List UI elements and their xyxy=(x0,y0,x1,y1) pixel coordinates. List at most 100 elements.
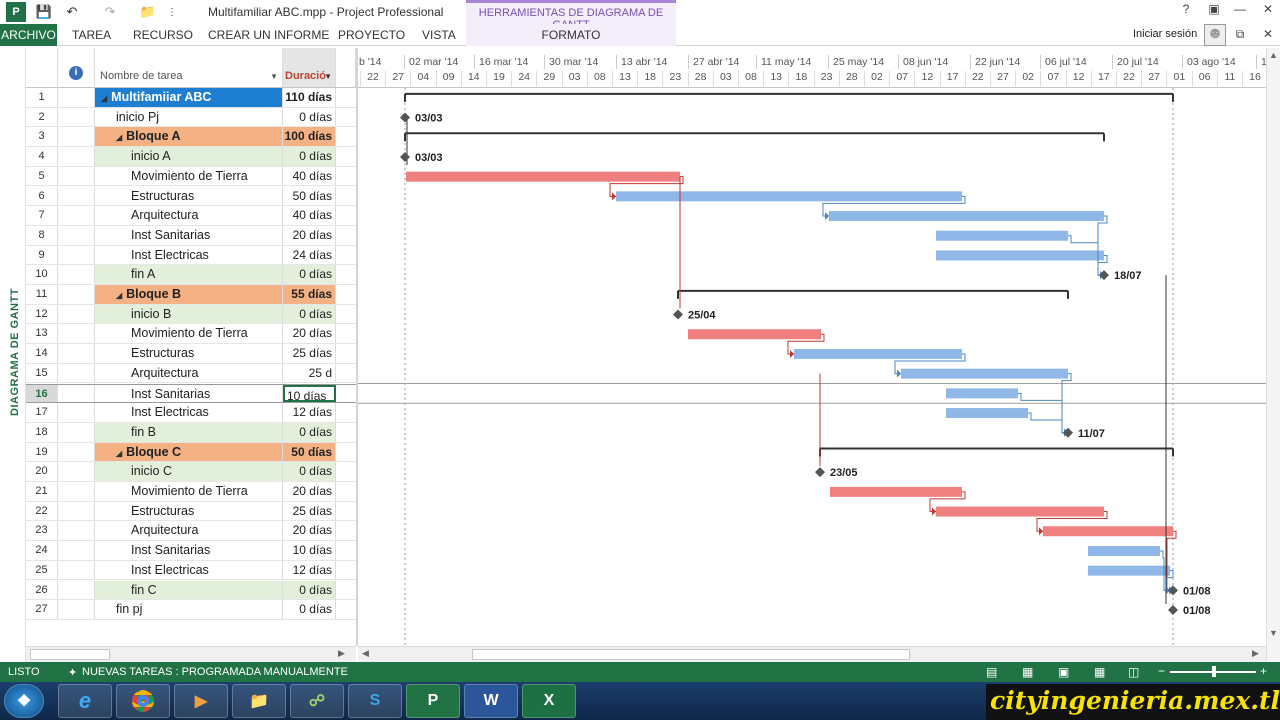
duration-cell[interactable]: 25 días xyxy=(283,344,336,363)
row-number[interactable]: 23 xyxy=(26,521,58,541)
table-row[interactable]: 6 Estructuras 50 días xyxy=(26,186,356,207)
row-number[interactable]: 14 xyxy=(26,344,58,363)
table-row[interactable]: 18 fin B 0 días xyxy=(26,422,356,443)
table-row[interactable]: 17 Inst Electricas 12 días xyxy=(26,403,356,423)
duration-cell[interactable]: 0 días xyxy=(283,462,336,481)
duration-cell[interactable]: 0 días xyxy=(283,107,336,127)
resource-sheet-icon[interactable]: ▦ xyxy=(1094,665,1105,679)
select-all-corner[interactable] xyxy=(26,48,58,88)
table-row[interactable]: 22 Estructuras 25 días xyxy=(26,501,356,522)
collapse-triangle-icon[interactable]: ◢ xyxy=(116,133,122,142)
row-number[interactable]: 15 xyxy=(26,363,58,383)
minimize-button[interactable]: — xyxy=(1228,2,1252,20)
row-number[interactable]: 2 xyxy=(26,107,58,127)
row-number[interactable]: 25 xyxy=(26,560,58,580)
duration-cell[interactable]: 10 días xyxy=(283,541,336,560)
task-name-cell[interactable]: Estructuras xyxy=(95,186,283,206)
duration-cell[interactable]: 50 días xyxy=(283,186,336,206)
user-avatar-icon[interactable]: ☻ xyxy=(1204,24,1226,46)
customize-toolbar-icon[interactable]: ⋮ xyxy=(162,2,182,22)
row-number[interactable]: 9 xyxy=(26,245,58,265)
start-cell[interactable] xyxy=(336,108,356,127)
row-number[interactable]: 27 xyxy=(26,600,58,619)
table-row[interactable]: 9 Inst Electricas 24 días xyxy=(26,245,356,266)
duration-cell[interactable]: 0 días xyxy=(283,600,336,619)
sign-in-link[interactable]: Iniciar sesión xyxy=(1133,28,1197,40)
internet-explorer-icon[interactable]: e xyxy=(58,684,112,718)
table-row[interactable]: 7 Arquitectura 40 días xyxy=(26,206,356,226)
table-row[interactable]: 19 ◢ Bloque C 50 días xyxy=(26,442,356,463)
start-cell[interactable] xyxy=(336,600,356,619)
tab-archivo[interactable]: ARCHIVO xyxy=(0,24,57,46)
scroll-up-arrow-icon[interactable]: ▲ xyxy=(1269,50,1278,60)
row-number[interactable]: 20 xyxy=(26,462,58,481)
duration-cell[interactable]: 12 días xyxy=(283,403,336,422)
save-icon[interactable]: 💾 xyxy=(34,2,54,22)
scroll-down-arrow-icon[interactable]: ▼ xyxy=(1269,628,1278,638)
start-cell[interactable] xyxy=(336,462,356,481)
task-name-cell[interactable]: fin C xyxy=(95,580,283,600)
table-row[interactable]: 10 fin A 0 días xyxy=(26,265,356,285)
start-cell[interactable] xyxy=(336,167,356,186)
scroll-right-arrow-icon[interactable]: ▶ xyxy=(338,648,345,659)
vertical-scrollbar[interactable]: ▲ ▼ xyxy=(1266,48,1280,662)
collapse-triangle-icon[interactable]: ◢ xyxy=(116,449,122,458)
network-icon[interactable]: ☍ xyxy=(290,684,344,718)
row-number[interactable]: 10 xyxy=(26,265,58,284)
row-number[interactable]: 18 xyxy=(26,422,58,442)
task-name-cell[interactable]: Inst Sanitarias xyxy=(95,384,283,403)
start-cell[interactable] xyxy=(336,502,356,521)
start-cell[interactable] xyxy=(336,324,356,343)
skype-icon[interactable]: S xyxy=(348,684,402,718)
start-button[interactable]: ❖ xyxy=(4,684,44,718)
task-name-cell[interactable]: ◢ Bloque A xyxy=(95,127,283,147)
row-number[interactable]: 11 xyxy=(26,285,58,304)
row-number[interactable]: 4 xyxy=(26,147,58,166)
row-number[interactable]: 26 xyxy=(26,580,58,600)
task-usage-icon[interactable]: ▦ xyxy=(1022,665,1033,679)
task-name-cell[interactable]: Inst Electricas xyxy=(95,560,283,580)
filter-dropdown-icon[interactable]: ▼ xyxy=(270,72,278,81)
task-name-cell[interactable]: fin B xyxy=(95,422,283,442)
table-horizontal-scrollbar[interactable]: ▶ xyxy=(26,646,356,662)
row-number[interactable]: 13 xyxy=(26,324,58,344)
duration-cell[interactable]: 55 días xyxy=(283,285,336,304)
row-number[interactable]: 22 xyxy=(26,501,58,521)
task-name-cell[interactable]: Movimiento de Tierra xyxy=(95,166,283,186)
ribbon-display-icon[interactable]: ▣ xyxy=(1202,2,1226,20)
task-name-cell[interactable]: Arquitectura xyxy=(95,521,283,541)
start-cell[interactable] xyxy=(336,206,356,225)
start-cell[interactable] xyxy=(336,423,356,442)
duration-cell[interactable]: 100 días xyxy=(283,127,336,147)
chrome-icon[interactable] xyxy=(116,684,170,718)
table-row[interactable]: 15 Arquitectura 25 d xyxy=(26,363,356,384)
start-cell[interactable] xyxy=(336,581,356,600)
gantt-view-icon[interactable]: ▤ xyxy=(986,665,997,679)
scroll-left-arrow-icon[interactable]: ◀ xyxy=(362,648,369,659)
file-explorer-icon[interactable]: 📁 xyxy=(232,684,286,718)
start-cell[interactable] xyxy=(336,364,356,383)
start-cell[interactable] xyxy=(336,147,356,166)
tab-tarea[interactable]: TAREA xyxy=(72,28,111,42)
start-cell[interactable] xyxy=(336,385,356,403)
duration-cell[interactable]: 0 días xyxy=(283,147,336,166)
duration-cell[interactable]: 20 días xyxy=(283,324,336,344)
table-row[interactable]: 8 Inst Sanitarias 20 días xyxy=(26,225,356,246)
table-row[interactable]: 21 Movimiento de Tierra 20 días xyxy=(26,482,356,502)
zoom-out-icon[interactable]: − xyxy=(1158,664,1165,678)
table-row[interactable]: 5 Movimiento de Tierra 40 días xyxy=(26,166,356,187)
duration-cell[interactable]: 20 días xyxy=(283,225,336,245)
table-row[interactable]: 27 fin pj 0 días xyxy=(26,600,356,620)
media-player-icon[interactable]: ▶ xyxy=(174,684,228,718)
team-planner-icon[interactable]: ▣ xyxy=(1058,665,1069,679)
start-cell[interactable] xyxy=(336,403,356,422)
close-document-button[interactable]: ✕ xyxy=(1256,27,1280,45)
row-number[interactable]: 12 xyxy=(26,304,58,324)
row-number[interactable]: 21 xyxy=(26,482,58,501)
report-icon[interactable]: ◫ xyxy=(1128,665,1139,679)
task-name-cell[interactable]: Arquitectura xyxy=(95,206,283,225)
duration-cell[interactable]: 20 días xyxy=(283,521,336,541)
task-name-cell[interactable]: Movimiento de Tierra xyxy=(95,324,283,344)
gantt-scroll-thumb[interactable] xyxy=(472,649,910,660)
project-taskbar-icon[interactable]: P xyxy=(406,684,460,718)
